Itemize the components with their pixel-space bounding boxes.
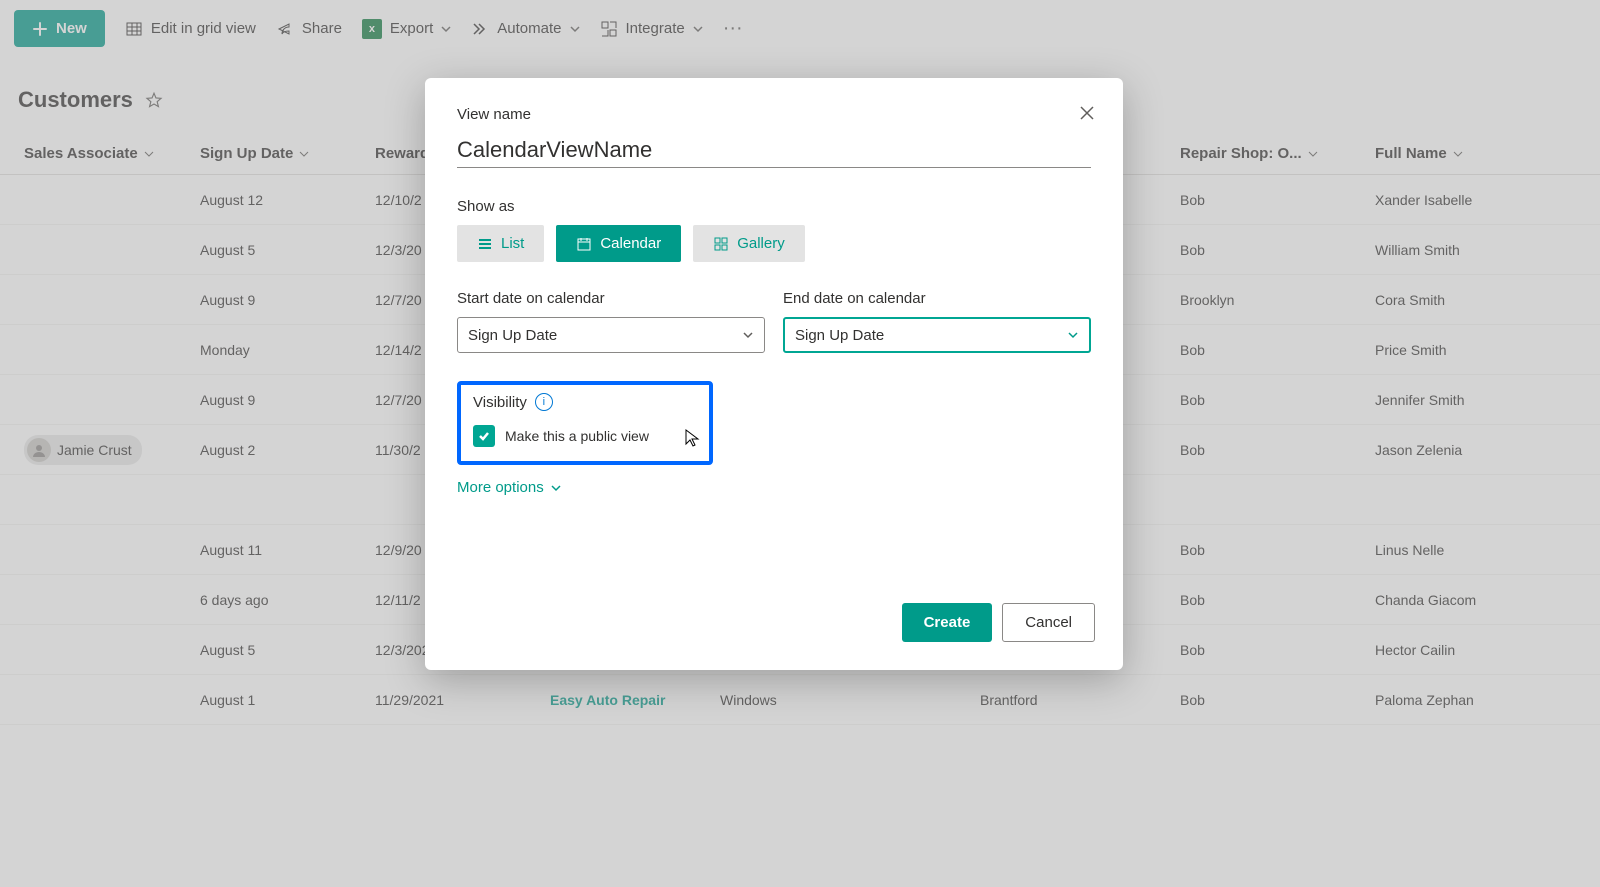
- chevron-down-icon: [742, 329, 754, 341]
- create-button[interactable]: Create: [902, 603, 993, 642]
- more-options-toggle[interactable]: More options: [457, 479, 562, 496]
- gallery-label: Gallery: [737, 235, 785, 252]
- create-view-dialog: View name Show as List Calendar Gallery …: [425, 78, 1123, 670]
- start-date-field: Start date on calendar Sign Up Date: [457, 290, 765, 353]
- chevron-down-icon: [1067, 329, 1079, 341]
- cursor-icon: [685, 429, 701, 449]
- close-icon: [1079, 105, 1095, 121]
- public-view-checkbox-row[interactable]: Make this a public view: [473, 425, 697, 447]
- public-view-label: Make this a public view: [505, 428, 649, 444]
- list-icon: [477, 236, 493, 252]
- more-options-label: More options: [457, 479, 544, 496]
- cancel-button[interactable]: Cancel: [1002, 603, 1095, 642]
- show-as-list-button[interactable]: List: [457, 225, 544, 262]
- visibility-highlight: Visibility i Make this a public view: [457, 381, 713, 465]
- info-icon[interactable]: i: [535, 393, 553, 411]
- start-date-select[interactable]: Sign Up Date: [457, 317, 765, 353]
- view-name-input[interactable]: [457, 133, 1091, 168]
- show-as-label: Show as: [457, 198, 1091, 215]
- checkbox-checked-icon[interactable]: [473, 425, 495, 447]
- end-date-value: Sign Up Date: [795, 327, 884, 344]
- dialog-footer: Create Cancel: [902, 603, 1095, 642]
- show-as-toggles: List Calendar Gallery: [457, 225, 1091, 262]
- visibility-label: Visibility: [473, 394, 527, 411]
- start-date-label: Start date on calendar: [457, 290, 765, 307]
- end-date-select[interactable]: Sign Up Date: [783, 317, 1091, 353]
- show-as-calendar-button[interactable]: Calendar: [556, 225, 681, 262]
- chevron-down-icon: [550, 482, 562, 494]
- view-name-label: View name: [457, 106, 1091, 123]
- calendar-label: Calendar: [600, 235, 661, 252]
- visibility-header: Visibility i: [473, 393, 697, 411]
- list-label: List: [501, 235, 524, 252]
- end-date-label: End date on calendar: [783, 290, 1091, 307]
- gallery-icon: [713, 236, 729, 252]
- show-as-gallery-button[interactable]: Gallery: [693, 225, 805, 262]
- end-date-field: End date on calendar Sign Up Date: [783, 290, 1091, 353]
- start-date-value: Sign Up Date: [468, 327, 557, 344]
- close-button[interactable]: [1073, 100, 1101, 128]
- calendar-icon: [576, 236, 592, 252]
